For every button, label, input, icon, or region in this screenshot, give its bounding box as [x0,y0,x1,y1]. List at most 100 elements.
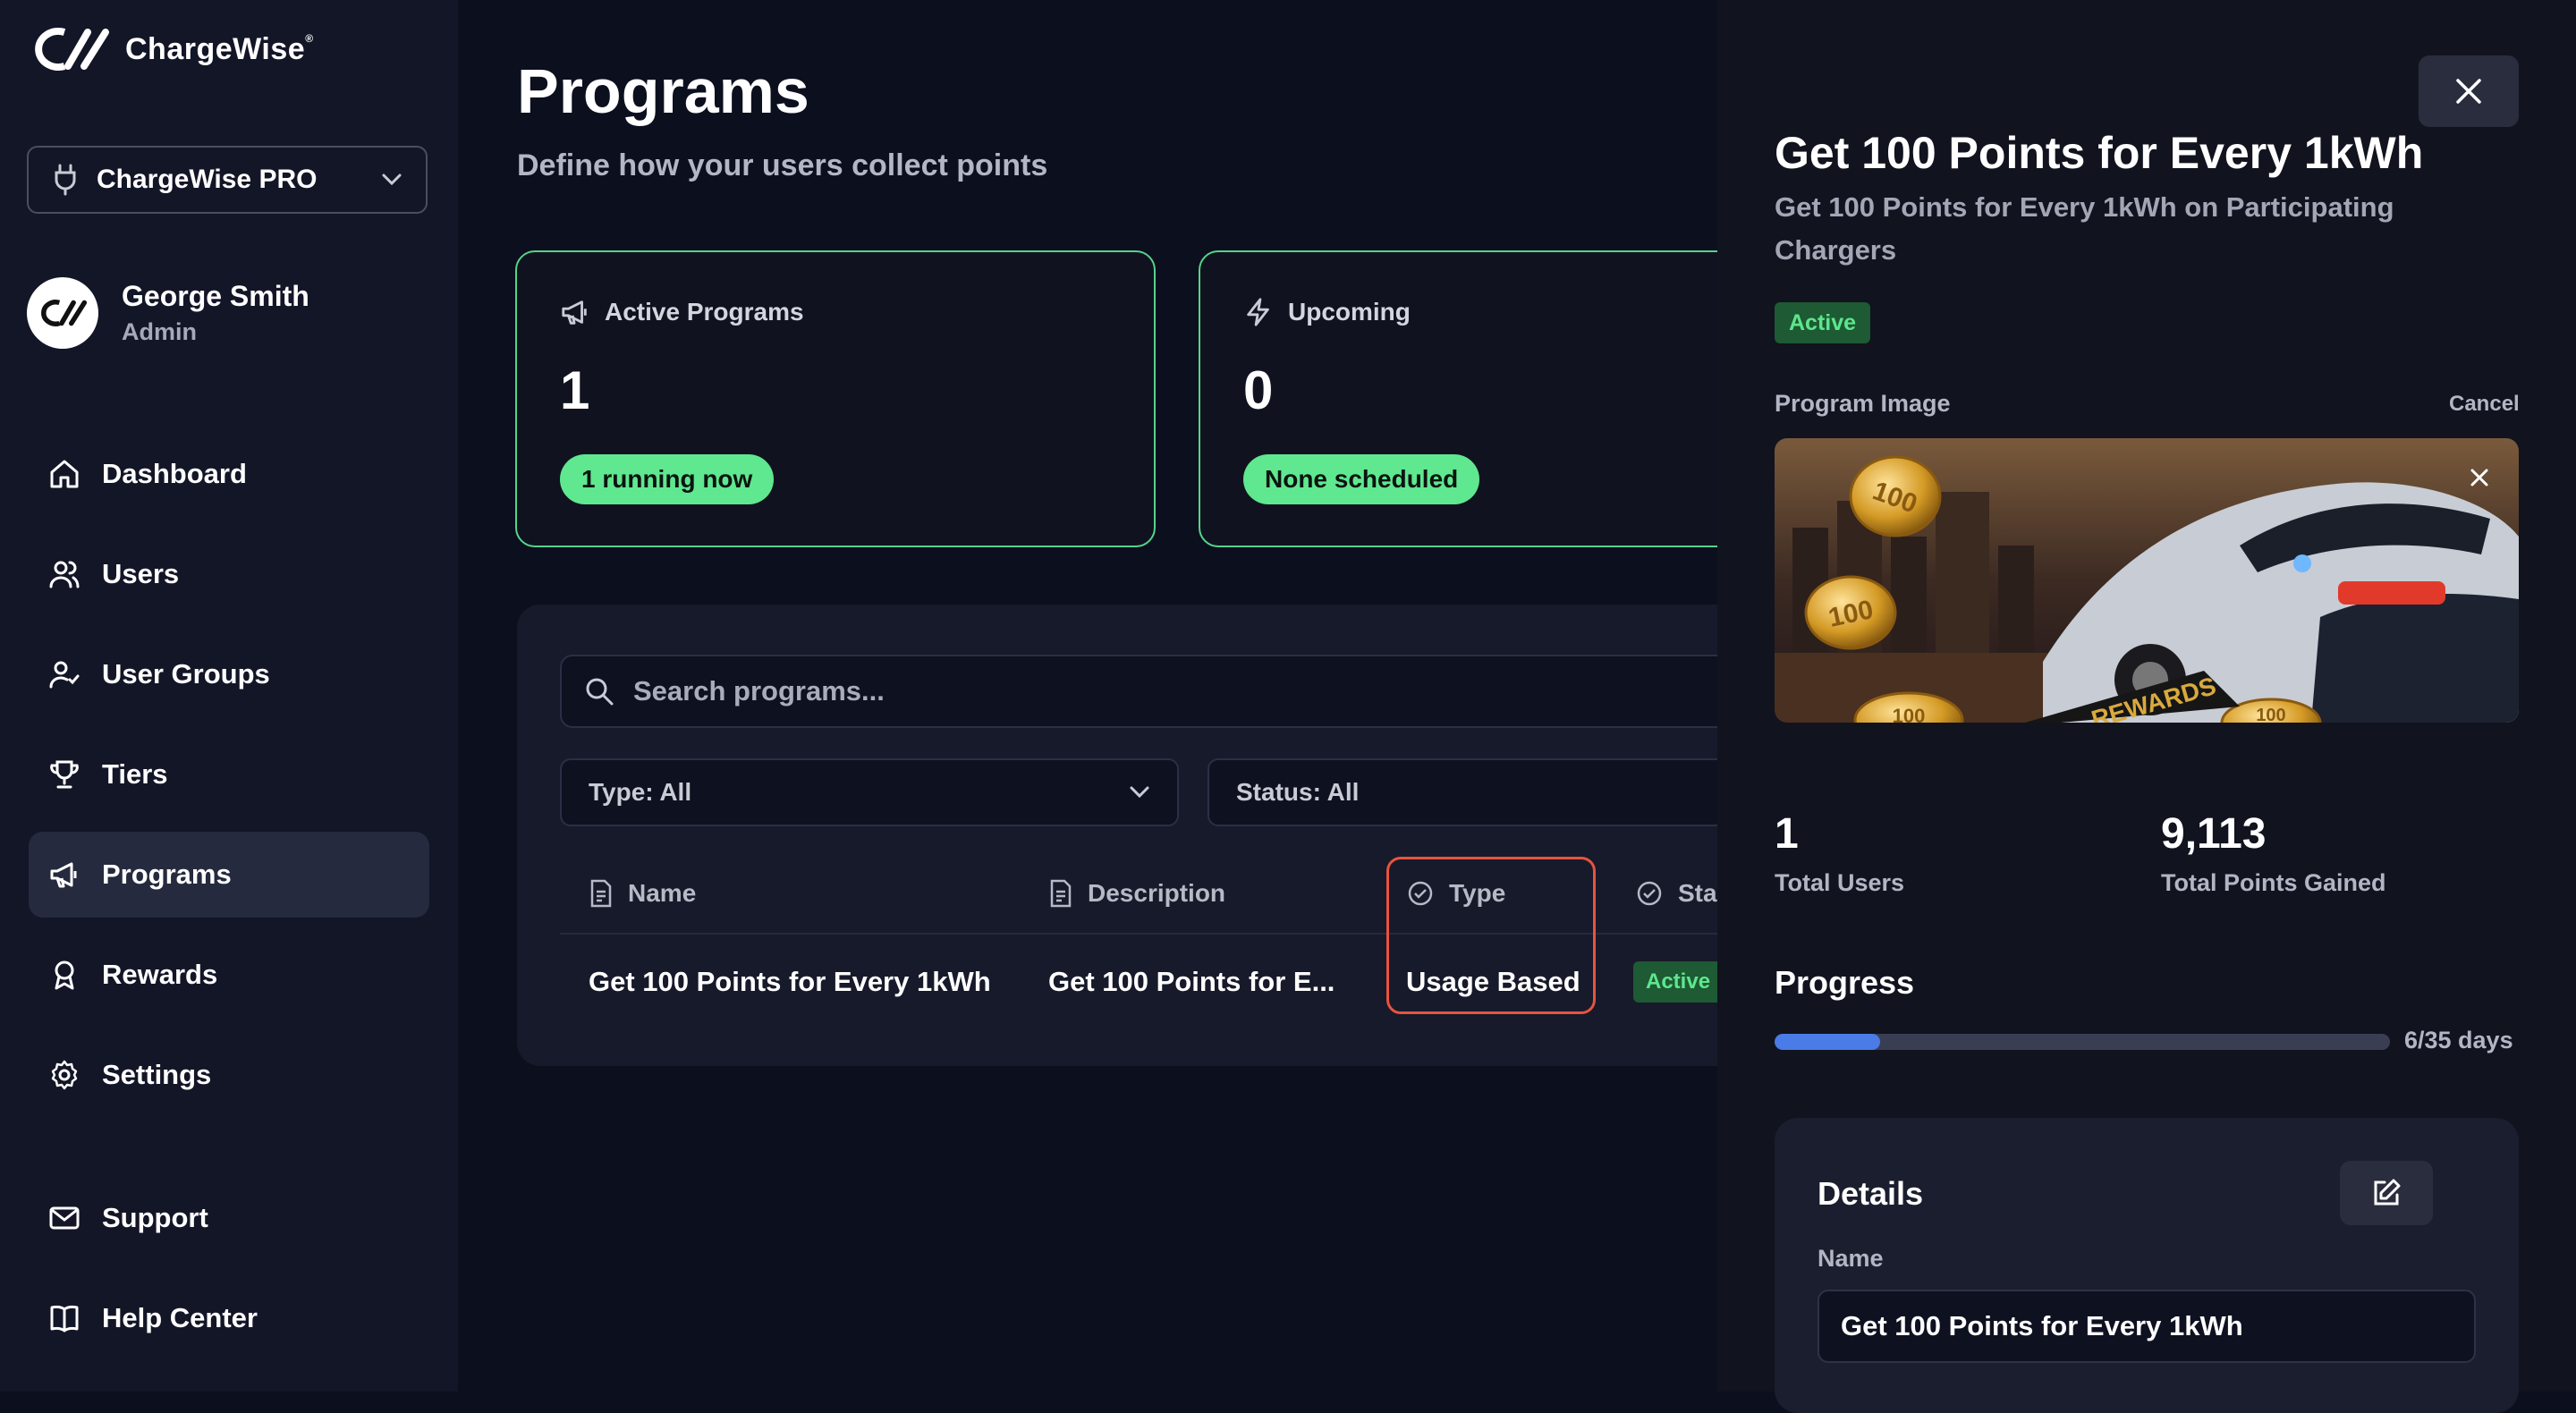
drawer-subtitle: Get 100 Points for Every 1kWh on Partici… [1775,191,2394,266]
stat-pill: None scheduled [1243,454,1480,504]
avatar [27,277,98,349]
megaphone-icon [50,862,77,888]
sidebar-item-label: Users [102,558,180,589]
user-name: George Smith [122,280,309,312]
cell-name: Get 100 Points for Every 1kWh [589,966,991,997]
search-input[interactable]: Search programs... [560,655,1717,728]
close-button[interactable] [2419,55,2519,127]
type-filter-select[interactable]: Type: All [560,758,1179,826]
column-header-description[interactable]: Description [1048,862,1225,925]
metric-total-points-value: 9,113 [2161,810,2267,858]
sidebar-item-label: Dashboard [102,458,247,489]
svg-text:100: 100 [1893,705,1926,723]
gold-coin: 100 [1849,455,1942,537]
name-field[interactable]: Get 100 Points for Every 1kWh [1818,1290,2476,1363]
status-filter-select[interactable]: Status: All [1208,758,1717,826]
sidebar-item-help-center[interactable]: Help Center [29,1275,429,1361]
progress-bar [1775,1034,2390,1050]
sidebar-item-settings[interactable]: Settings [29,1032,429,1118]
edit-icon [2374,1179,2401,1206]
cell-description: Get 100 Points for E... [1048,966,1335,997]
program-image-illustration: 100 100 100 100 REWARDS [1775,438,2519,723]
remove-image-button[interactable] [2460,458,2499,497]
user-groups-icon [49,661,80,689]
search-placeholder: Search programs... [633,675,885,706]
status-filter-value: Status: All [1236,778,1360,806]
stat-value: 1 [560,360,590,420]
sidebar-item-label: User Groups [102,658,270,690]
stat-pill: 1 running now [560,454,775,504]
progress-days: 6/35 days [2404,1027,2513,1053]
progress-title: Progress [1775,964,1915,1001]
column-header-name[interactable]: Name [589,862,696,925]
sidebar: ChargeWise® ChargeWise PRO George Smith … [0,0,458,1392]
stat-label: Active Programs [605,298,804,326]
org-selector[interactable]: ChargeWise PRO [27,146,428,214]
sidebar-item-support[interactable]: Support [29,1175,429,1261]
sidebar-item-label: Support [102,1202,208,1233]
megaphone-icon [562,300,587,325]
mail-icon [49,1206,80,1230]
metric-total-users-label: Total Users [1775,869,1905,896]
name-field-label: Name [1818,1245,1884,1272]
type-cell-highlight [1386,857,1596,1014]
type-filter-value: Type: All [589,778,692,806]
sidebar-item-rewards[interactable]: Rewards [29,932,429,1018]
details-card: Details Name Get 100 Points for Every 1k… [1775,1118,2519,1413]
program-detail-drawer: Get 100 Points for Every 1kWh Get 100 Po… [1717,0,2576,1413]
app-logo[interactable]: ChargeWise® [29,27,314,72]
users-icon [49,561,80,588]
page-subtitle: Define how your users collect points [517,148,1048,182]
gear-icon [51,1060,78,1090]
gold-coin: 100 [1804,575,1897,650]
program-image-label: Program Image [1775,390,1951,417]
edit-button[interactable] [2340,1161,2433,1225]
program-image: 100 100 100 100 REWARDS [1775,438,2519,723]
metric-total-users-value: 1 [1775,810,1799,858]
check-circle-icon [1637,881,1662,906]
close-icon [2456,79,2481,104]
drawer-title: Get 100 Points for Every 1kWh [1775,128,2424,178]
trophy-icon [50,760,79,789]
stat-label: Upcoming [1288,298,1411,326]
column-header-status[interactable]: Sta [1635,862,1717,925]
chargewise-logo-icon [35,28,109,71]
main-content: Programs Define how your users collect p… [458,0,1717,1392]
sidebar-item-users[interactable]: Users [29,531,429,617]
sidebar-item-label: Help Center [102,1302,258,1333]
details-title: Details [1818,1175,1924,1212]
chevron-down-icon [382,173,402,186]
cancel-link[interactable]: Cancel [2449,392,2520,417]
user-role: Admin [122,318,197,345]
column-header-label: Description [1088,879,1226,907]
plug-icon [55,164,76,196]
search-icon [586,678,614,706]
book-icon [50,1305,79,1333]
stat-card-active-programs: Active Programs 1 1 running now [515,250,1156,547]
progress-bar-fill [1775,1034,1880,1050]
column-header-label: Name [628,879,697,907]
sidebar-item-label: Programs [102,859,232,890]
sidebar-item-label: Rewards [102,959,218,990]
svg-text:100: 100 [2256,706,2285,723]
lightning-icon [1247,298,1269,326]
org-name: ChargeWise PRO [97,165,318,194]
sidebar-item-user-groups[interactable]: User Groups [29,631,429,717]
document-icon [1050,879,1072,908]
stat-card-upcoming: Upcoming 0 None scheduled [1199,250,1717,547]
chargewise-logo-icon [41,300,88,326]
user-profile[interactable]: George Smith Admin [27,277,309,349]
app-name: ChargeWise [125,31,306,66]
metric-total-points-label: Total Points Gained [2161,869,2386,896]
sidebar-item-tiers[interactable]: Tiers [29,732,429,817]
home-icon [50,460,79,488]
document-icon [590,879,612,908]
chevron-down-icon [1130,786,1149,799]
status-badge: Active [1775,302,1871,343]
sidebar-item-label: Tiers [102,758,168,790]
sidebar-item-dashboard[interactable]: Dashboard [29,431,429,517]
page-title: Programs [517,56,809,126]
sidebar-item-programs[interactable]: Programs [29,832,429,918]
column-header-label: Sta [1678,879,1717,907]
close-icon [2470,469,2488,487]
